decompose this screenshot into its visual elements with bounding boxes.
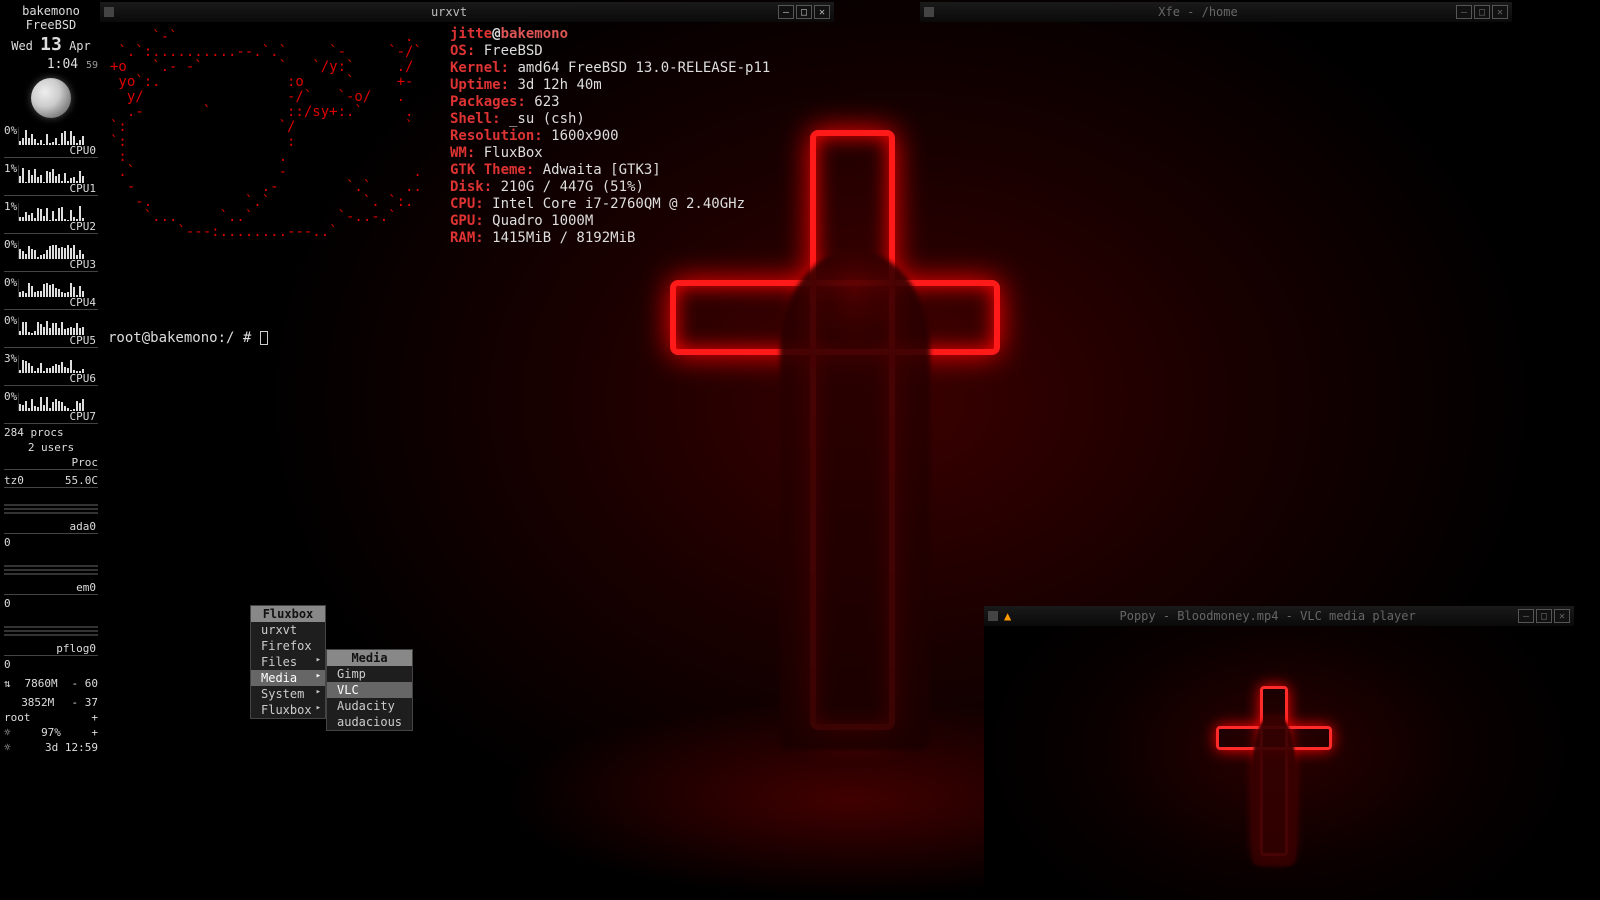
minimize-button[interactable]: – bbox=[1456, 5, 1472, 19]
shell-prompt[interactable]: root@bakemono:/ # bbox=[108, 330, 268, 346]
fluxbox-root-menu[interactable]: Fluxbox urxvtFirefoxFilesMediaSystemFlux… bbox=[250, 605, 326, 719]
maximize-button[interactable]: □ bbox=[1474, 5, 1490, 19]
users-label: 2 users bbox=[4, 441, 98, 454]
cpu-meter: 0%CPU7 bbox=[4, 390, 98, 424]
cpu-meter: 0%CPU0 bbox=[4, 124, 98, 158]
cpu-meter: 0%CPU4 bbox=[4, 276, 98, 310]
maximize-button[interactable]: □ bbox=[1536, 609, 1552, 623]
menu-item-system[interactable]: System bbox=[251, 686, 325, 702]
device-meter: ada0 bbox=[4, 498, 98, 534]
device-meter: pflog0 bbox=[4, 620, 98, 656]
xfe-title: Xfe - /home bbox=[940, 5, 1456, 19]
media-submenu[interactable]: Media GimpVLCAudacityaudacious bbox=[326, 649, 413, 731]
cpu-meter: 3%CPU6 bbox=[4, 352, 98, 386]
submenu-item-gimp[interactable]: Gimp bbox=[327, 666, 412, 682]
os-label: FreeBSD bbox=[4, 18, 98, 32]
moon-phase-icon bbox=[31, 78, 71, 118]
mem-row-1: ⇅7860M- 60 bbox=[4, 677, 98, 690]
submenu-item-vlc[interactable]: VLC bbox=[327, 682, 412, 698]
user-row: root+ bbox=[4, 711, 98, 724]
vlc-cone-icon: ▲ bbox=[1004, 609, 1011, 623]
mem-row-2: 3852M- 37 bbox=[4, 696, 98, 709]
menu-item-urxvt[interactable]: urxvt bbox=[251, 622, 325, 638]
menu-item-media[interactable]: Media bbox=[251, 670, 325, 686]
menu-item-firefox[interactable]: Firefox bbox=[251, 638, 325, 654]
menu-item-fluxbox[interactable]: Fluxbox bbox=[251, 702, 325, 718]
urxvt-titlebar[interactable]: urxvt – □ ✕ bbox=[100, 2, 834, 22]
cpu-meter: 0%CPU3 bbox=[4, 238, 98, 272]
date-label: Wed 13 Apr bbox=[4, 34, 98, 55]
proc-section-label: Proc bbox=[4, 456, 98, 470]
xfe-titlebar[interactable]: Xfe - /home – □ ✕ bbox=[920, 2, 1512, 22]
thermal-row: tz055.0C bbox=[4, 474, 98, 488]
battery-row: ☼97%+ bbox=[4, 726, 98, 739]
window-icon bbox=[988, 611, 998, 621]
submenu-title: Media bbox=[327, 650, 412, 666]
submenu-item-audacity[interactable]: Audacity bbox=[327, 698, 412, 714]
urxvt-title: urxvt bbox=[120, 5, 778, 19]
uptime-row: ☼3d 12:59 bbox=[4, 741, 98, 754]
xfe-window[interactable]: Xfe - /home – □ ✕ bbox=[920, 2, 1512, 22]
minimize-button[interactable]: – bbox=[778, 5, 794, 19]
cpu-meter: 1%CPU2 bbox=[4, 200, 98, 234]
time-label: 1:04 59 bbox=[4, 57, 98, 72]
submenu-item-audacious[interactable]: audacious bbox=[327, 714, 412, 730]
close-button[interactable]: ✕ bbox=[1492, 5, 1508, 19]
cursor-icon bbox=[260, 331, 268, 345]
close-button[interactable]: ✕ bbox=[1554, 609, 1570, 623]
window-icon bbox=[924, 7, 934, 17]
urxvt-window[interactable]: urxvt – □ ✕ bbox=[100, 2, 834, 322]
maximize-button[interactable]: □ bbox=[796, 5, 812, 19]
close-button[interactable]: ✕ bbox=[814, 5, 830, 19]
cpu-meter: 0%CPU5 bbox=[4, 314, 98, 348]
procs-label: 284 procs bbox=[4, 426, 98, 439]
device-meter: em0 bbox=[4, 559, 98, 595]
cpu-meter: 1%CPU1 bbox=[4, 162, 98, 196]
minimize-button[interactable]: – bbox=[1518, 609, 1534, 623]
menu-item-files[interactable]: Files bbox=[251, 654, 325, 670]
window-icon bbox=[104, 7, 114, 17]
menu-title: Fluxbox bbox=[251, 606, 325, 622]
vlc-title: Poppy - Bloodmoney.mp4 - VLC media playe… bbox=[1017, 609, 1518, 623]
vlc-titlebar[interactable]: ▲ Poppy - Bloodmoney.mp4 - VLC media pla… bbox=[984, 606, 1574, 626]
conky-panel: bakemono FreeBSD Wed 13 Apr 1:04 59 0%CP… bbox=[4, 4, 98, 754]
vlc-window[interactable]: ▲ Poppy - Bloodmoney.mp4 - VLC media pla… bbox=[984, 606, 1574, 900]
hostname-label: bakemono bbox=[4, 4, 98, 18]
vlc-video-area[interactable] bbox=[984, 626, 1574, 900]
